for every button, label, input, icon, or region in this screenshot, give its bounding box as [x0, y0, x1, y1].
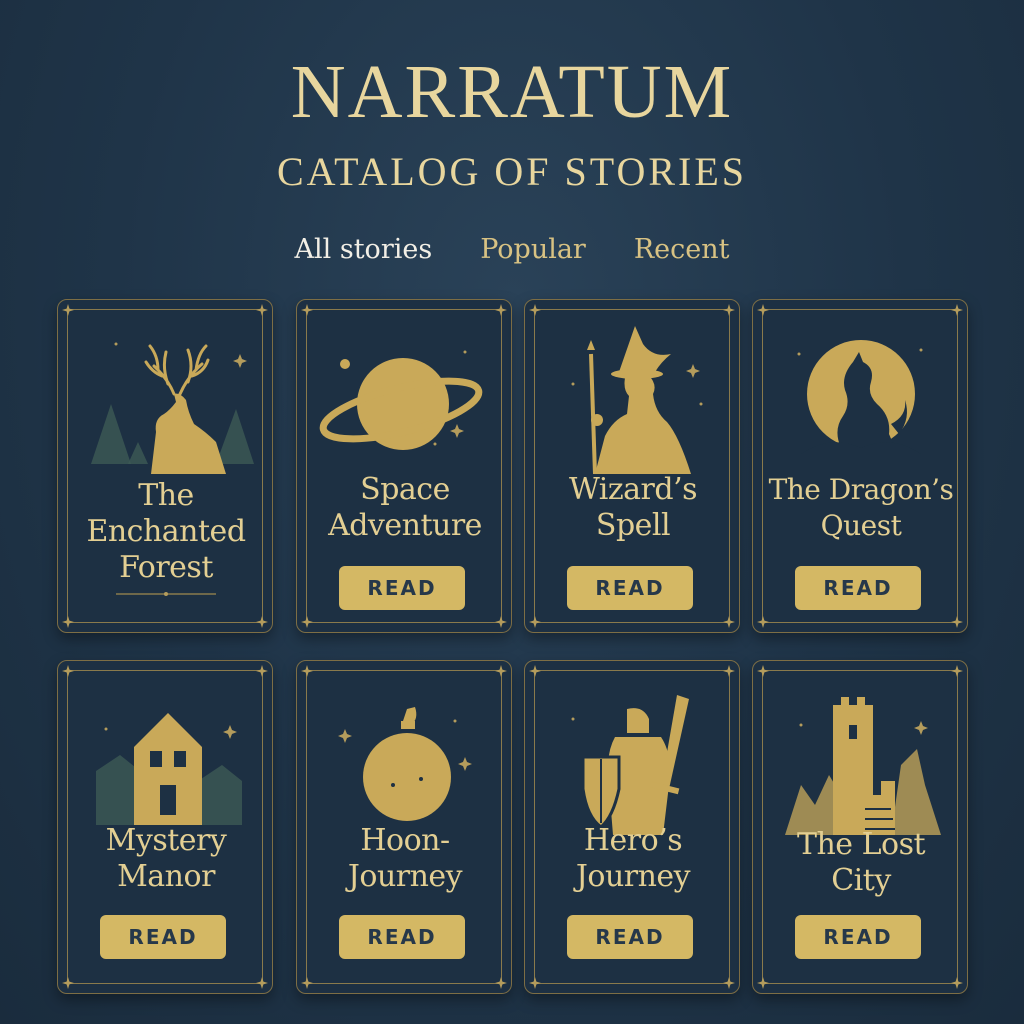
story-card-dragons-quest[interactable]: The Dragon’s Quest READ [752, 299, 968, 633]
story-card-mystery-manor[interactable]: Mystery Manor READ [57, 660, 273, 994]
star-ornament-icon [62, 977, 74, 989]
story-title: Hoon- Journey [347, 823, 463, 894]
star-ornament-icon [256, 665, 268, 677]
star-ornament-icon [757, 304, 769, 316]
read-button[interactable]: READ [795, 915, 921, 959]
story-title: Wizard’s Spell [568, 472, 698, 543]
star-ornament-icon [495, 977, 507, 989]
star-ornament-icon [951, 977, 963, 989]
story-card-lost-city[interactable]: The Lost City READ [752, 660, 968, 994]
read-button[interactable]: READ [339, 566, 465, 610]
star-ornament-icon [256, 304, 268, 316]
story-card-hoon-journey[interactable]: Hoon- Journey READ [296, 660, 512, 994]
story-title: Mystery Manor [105, 823, 227, 894]
manor-icon [96, 713, 242, 825]
star-ornament-icon [495, 616, 507, 628]
star-ornament-icon [529, 616, 541, 628]
moon-potion-icon [338, 707, 472, 821]
knight-icon [571, 695, 689, 835]
star-ornament-icon [723, 665, 735, 677]
story-card-heros-journey[interactable]: Hero’s Journey READ [524, 660, 740, 994]
read-button[interactable]: READ [100, 915, 226, 959]
divider-ornament [116, 592, 216, 596]
story-title: Space Adventure [328, 472, 482, 543]
star-ornament-icon [495, 304, 507, 316]
star-ornament-icon [951, 665, 963, 677]
story-title: The Lost City [796, 827, 926, 898]
story-card-enchanted-forest[interactable]: The Enchanted Forest [57, 299, 273, 633]
story-title: The Enchanted Forest [86, 478, 246, 585]
read-button[interactable]: READ [795, 566, 921, 610]
star-ornament-icon [529, 977, 541, 989]
deer-icon [91, 342, 254, 474]
star-ornament-icon [723, 616, 735, 628]
star-ornament-icon [62, 304, 74, 316]
planet-icon [319, 350, 483, 450]
story-grid: The Enchanted Forest Space Adventure REA… [0, 0, 1024, 1024]
star-ornament-icon [757, 977, 769, 989]
dragon-moon-icon [797, 340, 923, 474]
star-ornament-icon [951, 304, 963, 316]
star-ornament-icon [301, 665, 313, 677]
star-ornament-icon [256, 977, 268, 989]
star-ornament-icon [301, 977, 313, 989]
star-ornament-icon [723, 304, 735, 316]
star-ornament-icon [301, 304, 313, 316]
read-button[interactable]: READ [567, 566, 693, 610]
story-card-space-adventure[interactable]: Space Adventure READ [296, 299, 512, 633]
read-button[interactable]: READ [339, 915, 465, 959]
star-ornament-icon [757, 665, 769, 677]
story-title: The Dragon’s Quest [768, 473, 954, 542]
star-ornament-icon [495, 665, 507, 677]
story-card-wizards-spell[interactable]: Wizard’s Spell READ [524, 299, 740, 633]
read-button[interactable]: READ [567, 915, 693, 959]
star-ornament-icon [723, 977, 735, 989]
star-ornament-icon [256, 616, 268, 628]
story-title: Hero’s Journey [575, 823, 691, 894]
wizard-icon [571, 326, 703, 474]
star-ornament-icon [529, 304, 541, 316]
star-ornament-icon [529, 665, 541, 677]
star-ornament-icon [62, 665, 74, 677]
ruined-tower-icon [785, 697, 941, 835]
star-ornament-icon [62, 616, 74, 628]
star-ornament-icon [951, 616, 963, 628]
star-ornament-icon [757, 616, 769, 628]
star-ornament-icon [301, 616, 313, 628]
